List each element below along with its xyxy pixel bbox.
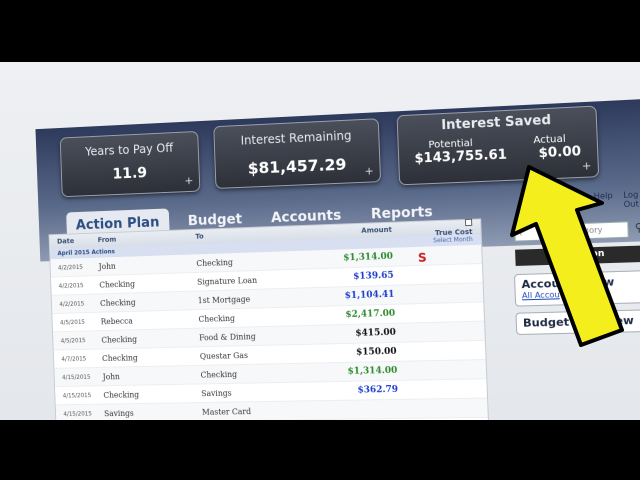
add-action-button[interactable]: Action bbox=[515, 244, 640, 266]
letterbox-top bbox=[0, 0, 640, 62]
interest-remaining-label: Interest Remaining bbox=[240, 128, 352, 148]
row-from: Checking bbox=[99, 279, 136, 290]
true-cost-checkbox[interactable] bbox=[464, 218, 473, 226]
category-placeholder: ategory bbox=[570, 225, 603, 236]
row-date: 4/2/2015 bbox=[58, 281, 84, 290]
account-overview-card[interactable]: Accou verview All Accou + bbox=[513, 269, 640, 307]
row-amount: $1,314.00 bbox=[343, 251, 394, 264]
table-body: 4/2/2015 John Checking $1,314.00 4/2/2015 Che… bbox=[50, 244, 488, 420]
row-date: 4/5/2015 bbox=[59, 318, 86, 326]
month-label: April 2015 Actions bbox=[57, 248, 116, 258]
interest-saved-label: Interest Saved bbox=[441, 112, 552, 134]
row-from: Checking bbox=[101, 334, 138, 345]
row-to: Checking bbox=[196, 257, 234, 268]
row-date: 4/2/2015 bbox=[57, 263, 83, 272]
row-date: 4/15/2015 bbox=[63, 410, 92, 418]
row-amount bbox=[312, 409, 399, 410]
letterbox-bottom bbox=[0, 420, 640, 480]
interest-remaining-card[interactable]: Interest Remaining $81,457.29 + bbox=[213, 118, 382, 189]
select-month-link[interactable]: Select Month bbox=[433, 236, 473, 244]
interest-remaining-value: $81,457.29 bbox=[247, 154, 347, 178]
row-to: Signature Loan bbox=[196, 275, 258, 287]
row-amount: $1,314.00 bbox=[347, 365, 398, 377]
row-from: Checking bbox=[99, 297, 136, 308]
help-link[interactable]: Help bbox=[594, 191, 614, 210]
row-date: 4/5/2015 bbox=[60, 336, 86, 345]
alert-mark: S bbox=[417, 250, 427, 265]
actions-table: Date From To Amount True Cost April 2015… bbox=[48, 218, 490, 420]
header-from[interactable]: From bbox=[98, 233, 196, 244]
row-date: 4/7/2015 bbox=[61, 355, 87, 363]
true-cost-toggle[interactable]: True Cost bbox=[392, 218, 473, 238]
row-to: Checking bbox=[198, 313, 236, 324]
potential-value: $143,755.61 bbox=[414, 147, 508, 167]
row-to: 1st Mortgage bbox=[197, 294, 251, 305]
row-from: Checking bbox=[101, 353, 138, 363]
years-value: 11.9 bbox=[112, 163, 148, 183]
actual-value: $0.00 bbox=[538, 144, 582, 162]
row-from: Checking bbox=[103, 389, 140, 400]
logout-link[interactable]: Log Out bbox=[623, 190, 640, 209]
row-to: Questar Gas bbox=[199, 350, 249, 361]
action-button-label: Action bbox=[570, 248, 605, 261]
search-placeholder: F bbox=[519, 228, 525, 238]
years-to-payoff-card[interactable]: Years to Pay Off 11.9 + bbox=[59, 130, 201, 198]
row-to: Food & Dining bbox=[199, 331, 256, 342]
row-from: John bbox=[98, 261, 116, 271]
row-date: 4/2/2015 bbox=[59, 300, 85, 308]
expand-icon[interactable]: + bbox=[364, 164, 374, 177]
row-from: Savings bbox=[103, 408, 134, 418]
expand-icon[interactable]: + bbox=[184, 174, 193, 187]
row-amount: $415.00 bbox=[355, 327, 397, 339]
years-label: Years to Pay Off bbox=[84, 140, 174, 159]
header-date[interactable]: Date bbox=[57, 236, 98, 245]
search-icon[interactable]: ⚲ bbox=[635, 221, 640, 235]
row-to: Master Card bbox=[201, 406, 252, 417]
row-amount: $2,417.00 bbox=[345, 308, 396, 321]
header-to[interactable]: To bbox=[195, 229, 305, 241]
header-amount[interactable]: Amount bbox=[305, 226, 392, 237]
row-amount: $362.79 bbox=[357, 384, 399, 396]
row-amount: $139.65 bbox=[353, 270, 394, 282]
row-amount: $150.00 bbox=[355, 346, 397, 358]
expand-icon[interactable]: + bbox=[582, 159, 592, 173]
row-date: 4/15/2015 bbox=[61, 373, 91, 381]
row-to: Checking bbox=[200, 369, 238, 380]
row-amount: $1,104.41 bbox=[344, 289, 395, 302]
top-links: Help Log Out bbox=[594, 190, 640, 210]
budget-overview-card[interactable]: Budget Overview + bbox=[515, 308, 640, 336]
row-to: Savings bbox=[201, 388, 232, 398]
app-screen: Years to Pay Off 11.9 + Interest Remaini… bbox=[0, 62, 640, 420]
row-from: Rebecca bbox=[100, 316, 133, 326]
row-date: 4/15/2015 bbox=[62, 391, 92, 399]
budget-overview-title: Budget Overview bbox=[522, 313, 634, 330]
interest-saved-card[interactable]: Interest Saved Potential Actual $143,755… bbox=[396, 105, 600, 186]
row-from: John bbox=[102, 371, 120, 381]
